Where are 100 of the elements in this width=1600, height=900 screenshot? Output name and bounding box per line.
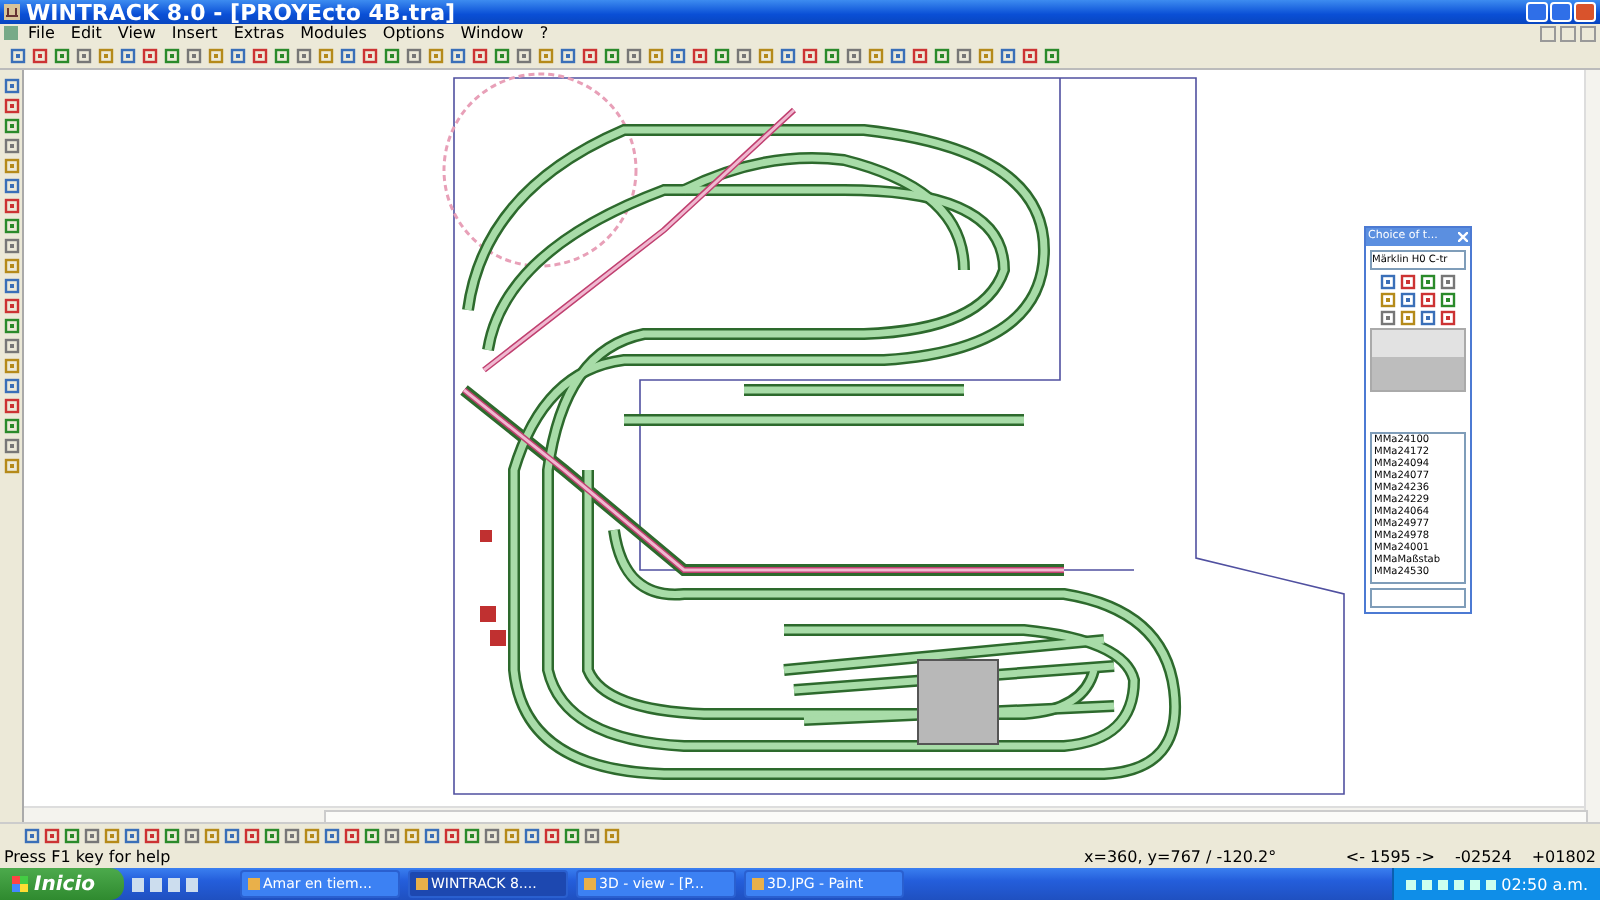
track-type-icon[interactable] [1400, 309, 1416, 324]
layer-icon[interactable] [84, 827, 100, 844]
tool-icon[interactable] [3, 457, 19, 474]
toolbar-icon[interactable] [206, 46, 224, 65]
toolbar-icon[interactable] [74, 46, 92, 65]
toolbar-icon[interactable] [140, 46, 158, 65]
menu-item[interactable]: Options [376, 24, 451, 43]
layer-icon[interactable] [424, 827, 440, 844]
track-type-icon[interactable] [1380, 309, 1396, 324]
toolbar-icon[interactable] [30, 46, 48, 65]
toolbar-icon[interactable] [690, 46, 708, 65]
toolbar-icon[interactable] [184, 46, 202, 65]
layer-icon[interactable] [164, 827, 180, 844]
layer-icon[interactable] [604, 827, 620, 844]
toolbar-icon[interactable] [624, 46, 642, 65]
toolbar-icon[interactable] [536, 46, 554, 65]
menu-item[interactable]: ? [533, 24, 555, 43]
start-button[interactable]: Inicio [0, 868, 123, 900]
toolbar-icon[interactable] [668, 46, 686, 65]
layer-icon[interactable] [364, 827, 380, 844]
layer-icon[interactable] [484, 827, 500, 844]
minimize-button[interactable] [1526, 2, 1548, 22]
tool-icon[interactable] [3, 317, 19, 334]
tool-icon[interactable] [3, 137, 19, 154]
toolbar-icon[interactable] [118, 46, 136, 65]
layer-icon[interactable] [144, 827, 160, 844]
toolbar-icon[interactable] [844, 46, 862, 65]
toolbar-icon[interactable] [250, 46, 268, 65]
layer-icon[interactable] [324, 827, 340, 844]
menu-item[interactable]: Insert [165, 24, 224, 43]
layer-icon[interactable] [384, 827, 400, 844]
menu-item[interactable]: Modules [294, 24, 373, 43]
layer-icon[interactable] [264, 827, 280, 844]
toolbar-icon[interactable] [646, 46, 664, 65]
toolbar-icon[interactable] [382, 46, 400, 65]
layer-icon[interactable] [304, 827, 320, 844]
track-type-icon[interactable] [1440, 309, 1456, 324]
layer-icon[interactable] [184, 827, 200, 844]
tool-icon[interactable] [3, 117, 19, 134]
layer-icon[interactable] [524, 827, 540, 844]
layer-icon[interactable] [224, 827, 240, 844]
layer-icon[interactable] [204, 827, 220, 844]
tool-icon[interactable] [3, 337, 19, 354]
tool-icon[interactable] [3, 277, 19, 294]
tool-icon[interactable] [3, 297, 19, 314]
track-type-icon[interactable] [1400, 291, 1416, 306]
tool-icon[interactable] [3, 257, 19, 274]
toolbar-icon[interactable] [404, 46, 422, 65]
vertical-scrollbar[interactable] [1584, 69, 1600, 823]
toolbar-icon[interactable] [162, 46, 180, 65]
toolbar-icon[interactable] [294, 46, 312, 65]
menu-item[interactable]: Extras [227, 24, 291, 43]
layer-icon[interactable] [544, 827, 560, 844]
tool-icon[interactable] [3, 97, 19, 114]
toolbar-icon[interactable] [602, 46, 620, 65]
menu-item[interactable]: View [111, 24, 162, 43]
layer-icon[interactable] [24, 827, 40, 844]
toolbar-icon[interactable] [734, 46, 752, 65]
toolbar-icon[interactable] [470, 46, 488, 65]
tool-icon[interactable] [3, 177, 19, 194]
toolbar-icon[interactable] [558, 46, 576, 65]
track-type-icon[interactable] [1420, 291, 1436, 306]
toolbar-icon[interactable] [514, 46, 532, 65]
tool-icon[interactable] [3, 237, 19, 254]
close-button[interactable] [1574, 2, 1596, 22]
toolbar-icon[interactable] [954, 46, 972, 65]
track-type-icon[interactable] [1380, 291, 1396, 306]
track-type-icon[interactable] [1420, 309, 1436, 324]
toolbar-icon[interactable] [756, 46, 774, 65]
toolbar-icon[interactable] [96, 46, 114, 65]
menu-item[interactable]: Edit [64, 24, 108, 43]
toolbar-icon[interactable] [52, 46, 70, 65]
toolbar-icon[interactable] [338, 46, 356, 65]
layer-icon[interactable] [244, 827, 260, 844]
input-field[interactable] [1370, 587, 1466, 608]
layer-icon[interactable] [344, 827, 360, 844]
tool-icon[interactable] [3, 157, 19, 174]
layer-icon[interactable] [404, 827, 420, 844]
layer-icon[interactable] [44, 827, 60, 844]
horizontal-scrollbar[interactable] [24, 806, 1584, 823]
toolbar-icon[interactable] [228, 46, 246, 65]
toolbar-icon[interactable] [800, 46, 818, 65]
tool-icon[interactable] [3, 437, 19, 454]
toolbar-icon[interactable] [448, 46, 466, 65]
tool-icon[interactable] [3, 217, 19, 234]
toolbar-icon[interactable] [8, 46, 26, 65]
layer-icon[interactable] [584, 827, 600, 844]
toolbar-icon[interactable] [910, 46, 928, 65]
toolbar-icon[interactable] [360, 46, 378, 65]
tool-icon[interactable] [3, 397, 19, 414]
toolbar-icon[interactable] [580, 46, 598, 65]
tool-icon[interactable] [3, 77, 19, 94]
track-type-icon[interactable] [1420, 273, 1436, 288]
track-type-icon[interactable] [1440, 273, 1456, 288]
restore-button[interactable] [1550, 2, 1572, 22]
layer-icon[interactable] [444, 827, 460, 844]
tool-icon[interactable] [3, 197, 19, 214]
toolbar-icon[interactable] [1042, 46, 1060, 65]
layer-icon[interactable] [504, 827, 520, 844]
toolbar-icon[interactable] [866, 46, 884, 65]
